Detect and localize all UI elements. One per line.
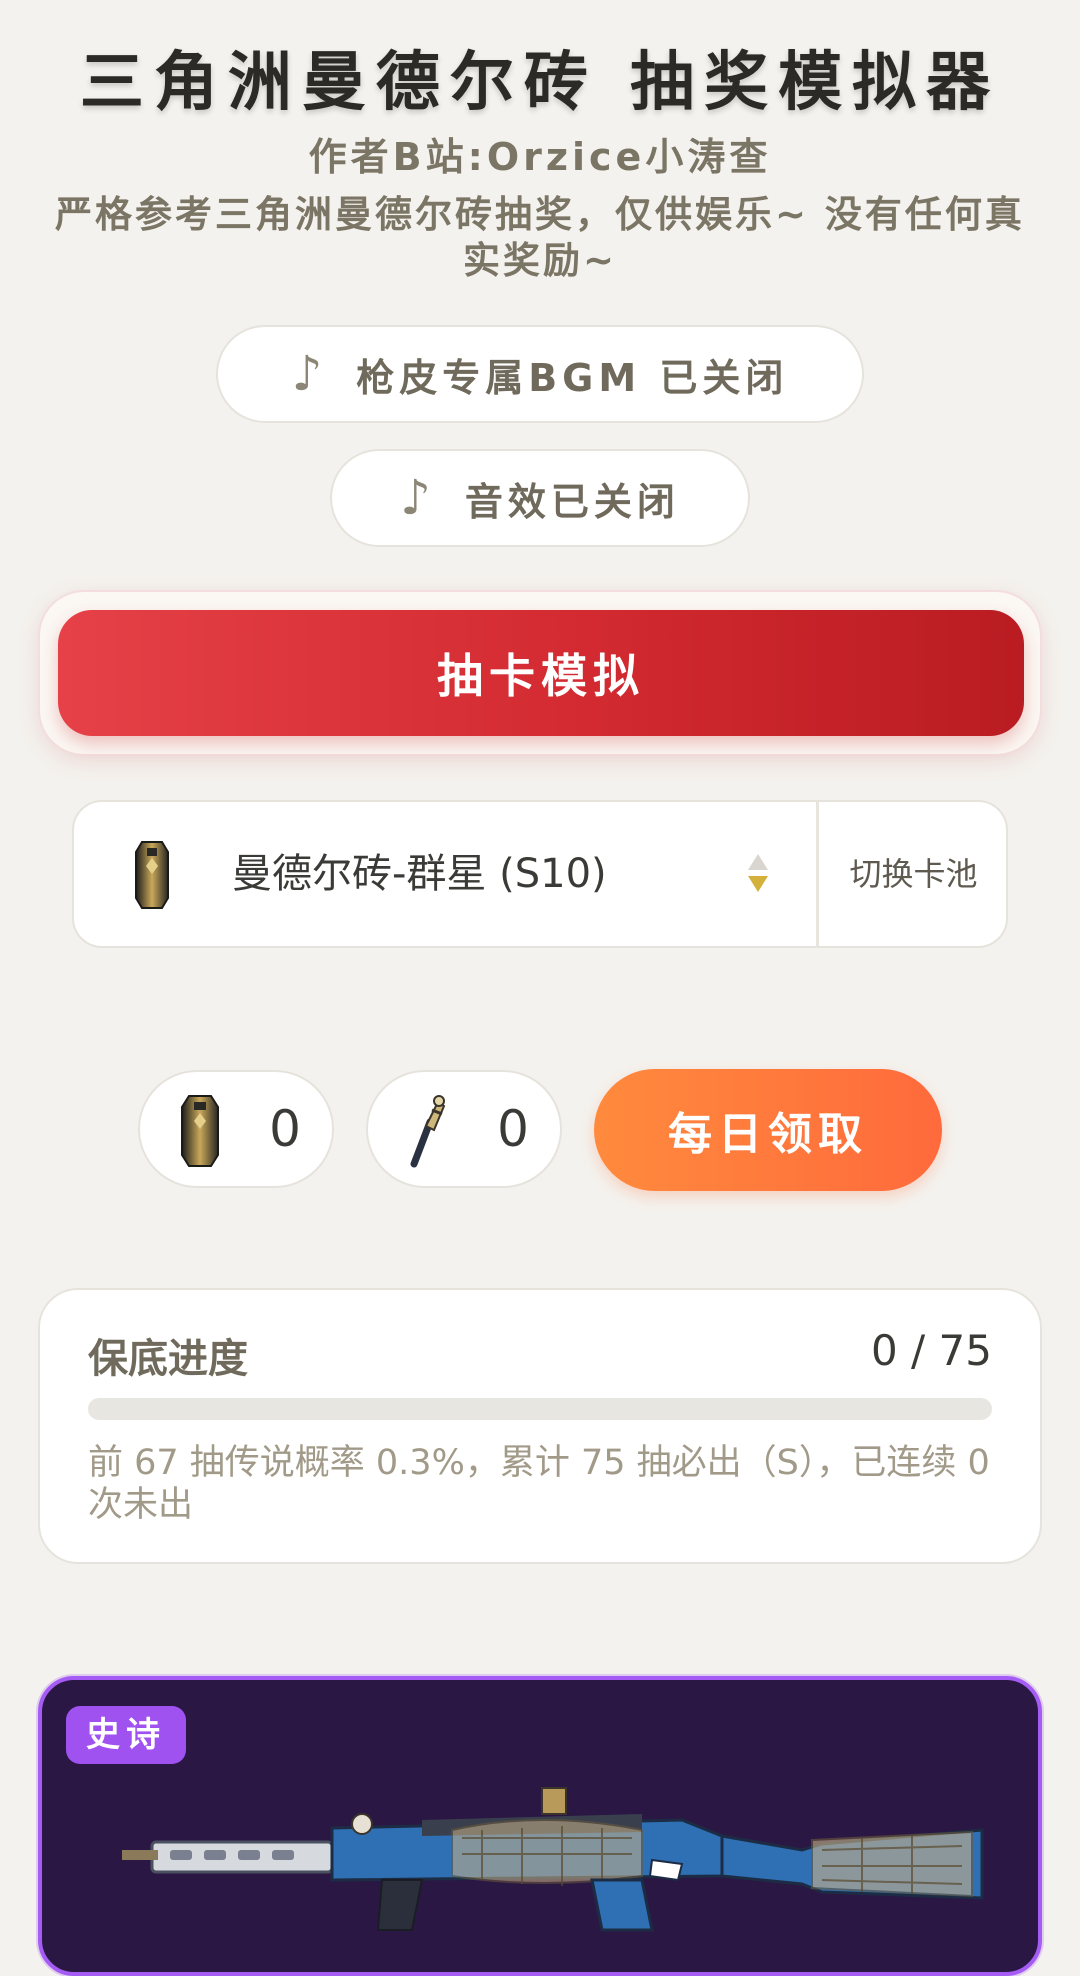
sfx-toggle-label: 音效已关闭 [464,479,680,524]
pity-label: 保底进度 [88,1336,248,1382]
selected-pool-name: 曼德尔砖-群星 (S10) [232,851,607,897]
pity-rules-text: 前 67 抽传说概率 0.3%，累计 75 抽必出（S），已连续 0 次未出 [88,1443,990,1525]
pity-progress-bar [88,1398,992,1420]
music-note-icon: ♪ [400,470,431,526]
pool-dropdown[interactable]: 曼德尔砖-群星 (S10) [74,802,816,946]
brick-inventory: 0 [138,1070,334,1188]
brick-icon [135,841,169,909]
sfx-toggle-button[interactable]: ♪ 音效已关闭 [330,449,750,547]
bgm-toggle-button[interactable]: ♪ 枪皮专属BGM 已关闭 [216,325,864,423]
brick-count: 0 [269,1100,301,1158]
pool-selector: 曼德尔砖-群星 (S10) 切换卡池 [72,800,1008,948]
bgm-toggle-label: 枪皮专属BGM 已关闭 [356,355,789,400]
select-arrows-icon [748,854,768,892]
page-title: 三角洲曼德尔砖 抽奖模拟器 [79,46,1001,120]
switch-pool-button[interactable]: 切换卡池 [819,802,1006,946]
key-icon [410,1095,446,1168]
pity-counter: 0 / 75 [870,1326,992,1375]
result-card: 史诗 [38,1676,1042,1976]
draw-simulate-button[interactable]: 抽卡模拟 [58,610,1024,736]
daily-claim-button[interactable]: 每日领取 [594,1069,942,1191]
draw-button-frame: 抽卡模拟 [38,590,1042,756]
weapon-skin-image [122,1787,984,1932]
key-count: 0 [497,1100,529,1158]
author-credit: 作者B站:Orzice小涛查 [308,135,772,179]
rarity-badge: 史诗 [66,1706,186,1764]
key-inventory: 0 [366,1070,562,1188]
brick-icon [181,1095,219,1167]
pity-progress-card: 保底进度 0 / 75 前 67 抽传说概率 0.3%，累计 75 抽必出（S）… [38,1288,1042,1564]
disclaimer-text: 严格参考三角洲曼德尔砖抽奖，仅供娱乐~ 没有任何真实奖励~ [55,193,1025,282]
music-note-icon: ♪ [291,346,323,402]
